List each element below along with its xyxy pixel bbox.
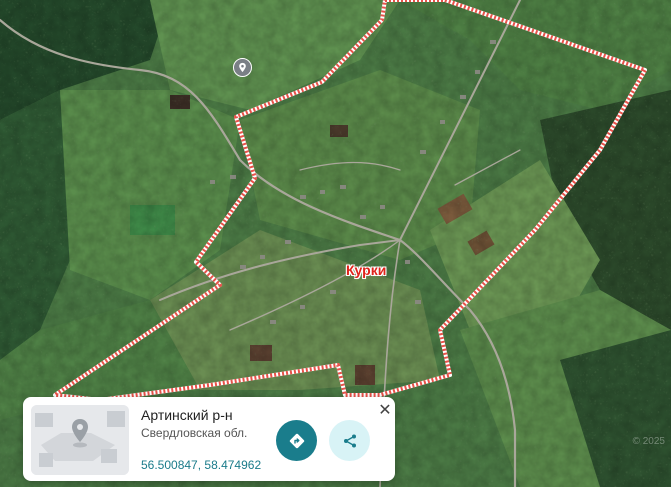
location-thumbnail[interactable]: [31, 405, 129, 475]
close-button[interactable]: ✕: [375, 399, 395, 419]
location-pin-icon[interactable]: [233, 58, 252, 77]
village-label[interactable]: Курки: [346, 262, 386, 278]
thumbnail-illustration-icon: [31, 405, 129, 475]
location-card: Артинский р-н Свердловская обл. 56.50084…: [23, 397, 395, 481]
coordinates-link[interactable]: 56.500847, 58.474962: [141, 458, 261, 472]
route-button[interactable]: [276, 420, 317, 461]
district-title: Артинский р-н: [141, 407, 233, 423]
share-button[interactable]: [329, 420, 370, 461]
region-subtitle: Свердловская обл.: [141, 426, 248, 440]
pin-glyph-icon: [239, 62, 246, 73]
map-attribution: © 2025: [632, 436, 665, 447]
share-icon: [343, 434, 356, 447]
route-icon: [289, 433, 304, 448]
